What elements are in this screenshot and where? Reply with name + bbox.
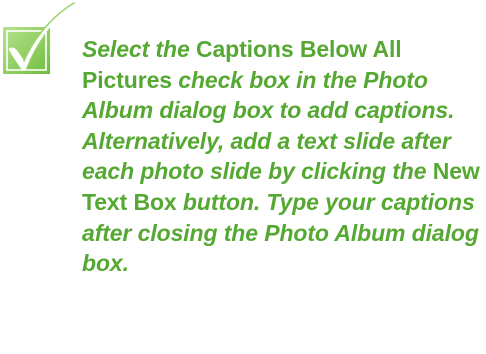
tip-text: Select the Captions Below All Pictures c… [82, 34, 482, 279]
checkmark-tip-icon [0, 0, 80, 80]
tip-segment: Select the [82, 36, 196, 62]
